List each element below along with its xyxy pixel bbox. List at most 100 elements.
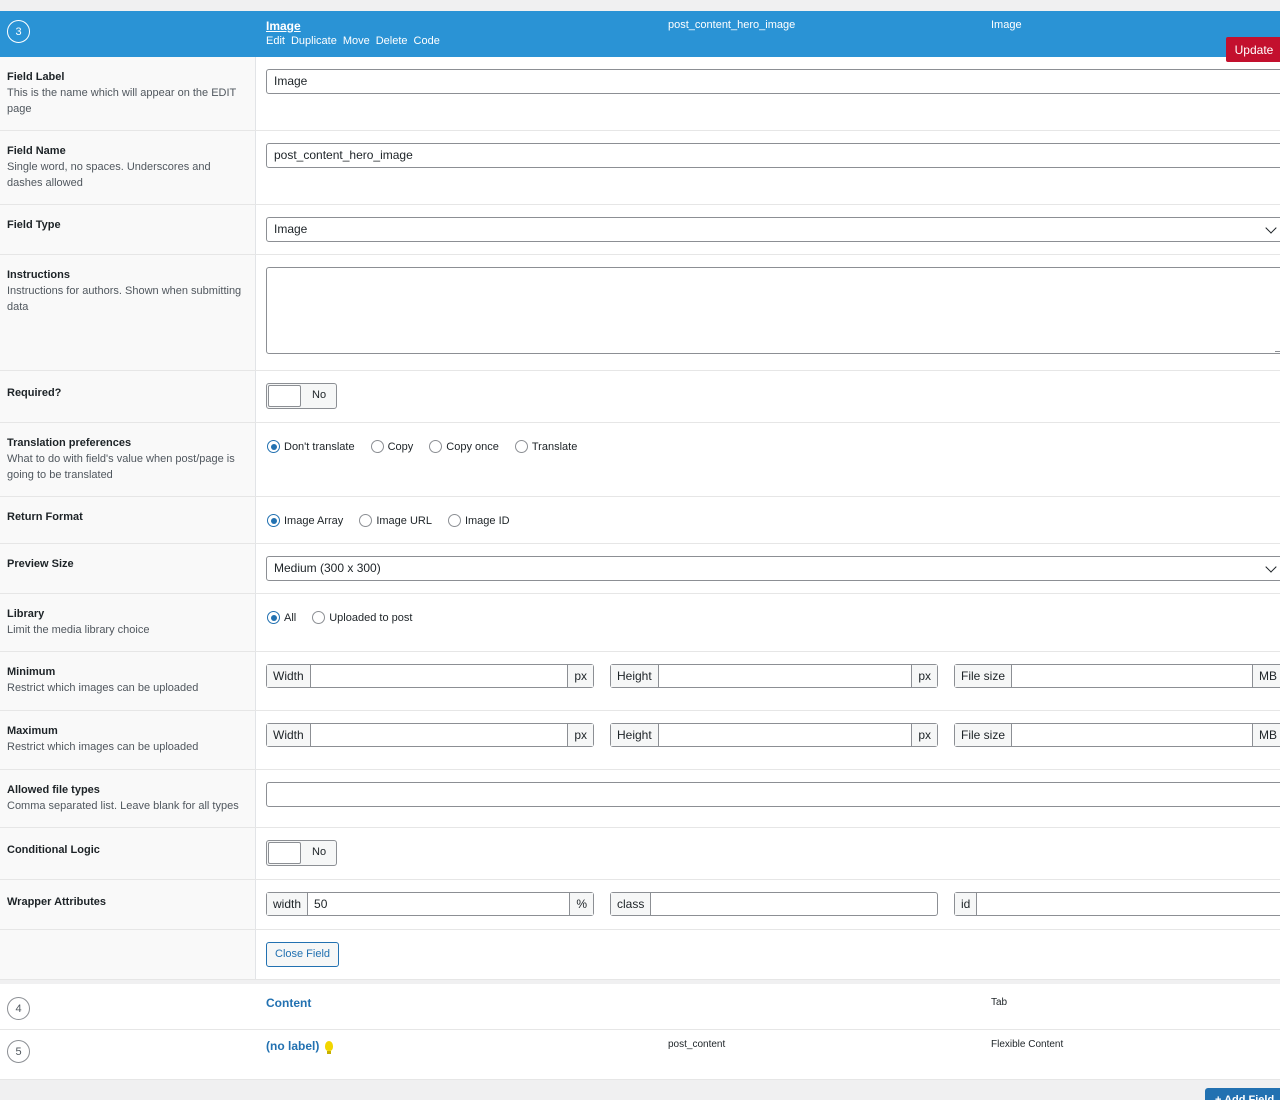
close-field-button[interactable]: Close Field xyxy=(266,942,340,967)
setting-description: This is the name which will appear on th… xyxy=(7,87,237,115)
toggle-knob xyxy=(268,385,301,407)
max-height-input[interactable]: Height px xyxy=(610,723,938,747)
setting-row-required: Required? No xyxy=(0,371,1280,423)
min-height-input[interactable]: Height px xyxy=(610,664,938,688)
setting-row-field-type: Field Type Image xyxy=(0,205,1280,255)
field-label-input[interactable]: Image xyxy=(266,69,1280,94)
radio-copy-once[interactable]: Copy once xyxy=(429,440,499,453)
setting-label: Field Name xyxy=(7,145,66,157)
setting-description: Limit the media library choice xyxy=(7,624,150,636)
setting-label: Allowed file types xyxy=(7,784,100,796)
field-row-collapsed[interactable]: 4 Content Tab xyxy=(0,984,1280,1030)
setting-row-conditional-logic: Conditional Logic No xyxy=(0,828,1280,880)
setting-label: Translation preferences xyxy=(7,437,132,449)
setting-row-close: Close Field xyxy=(0,930,1280,980)
allowed-file-types-input[interactable] xyxy=(266,782,1280,807)
max-width-input[interactable]: Width px xyxy=(266,723,594,747)
radio-dont-translate[interactable]: Don't translate xyxy=(267,440,355,453)
field-type-summary: Flexible Content xyxy=(991,1039,1064,1050)
setting-label: Minimum xyxy=(7,666,56,678)
setting-description: Restrict which images can be uploaded xyxy=(7,682,199,694)
duplicate-action[interactable]: Duplicate xyxy=(291,35,337,47)
setting-row-wrapper-attributes: Wrapper Attributes width 50% class id xyxy=(0,880,1280,930)
setting-row-instructions: Instructions Instructions for authors. S… xyxy=(0,255,1280,371)
required-toggle[interactable]: No xyxy=(266,383,337,409)
radio-all[interactable]: All xyxy=(267,611,296,624)
setting-description: What to do with field's value when post/… xyxy=(7,453,235,481)
field-type-summary: Tab xyxy=(991,997,1008,1008)
setting-row-translation: Translation preferences What to do with … xyxy=(0,423,1280,497)
field-settings-table: Field Label This is the name which will … xyxy=(0,57,1280,980)
setting-description: Single word, no spaces. Underscores and … xyxy=(7,161,211,189)
setting-label: Preview Size xyxy=(7,558,74,570)
setting-row-return-format: Return Format Image Array Image URL Imag… xyxy=(0,497,1280,544)
toggle-text: No xyxy=(312,846,327,858)
radio-selected-icon[interactable] xyxy=(267,440,280,453)
setting-row-preview-size: Preview Size Medium (300 x 300) xyxy=(0,544,1280,594)
radio-uploaded-to-post[interactable]: Uploaded to post xyxy=(312,611,412,624)
preview-size-select[interactable]: Medium (300 x 300) xyxy=(266,556,1280,581)
select-value: Medium (300 x 300) xyxy=(274,561,381,575)
library-radio-group: All Uploaded to post xyxy=(267,611,412,624)
radio-selected-icon[interactable] xyxy=(267,514,280,527)
wrapper-class-input[interactable]: class xyxy=(610,892,938,916)
return-format-radio-group: Image Array Image URL Image ID xyxy=(267,514,510,527)
setting-label: Conditional Logic xyxy=(7,844,100,856)
radio-icon[interactable] xyxy=(312,611,326,624)
radio-icon[interactable] xyxy=(359,514,373,527)
radio-selected-icon[interactable] xyxy=(267,611,280,624)
field-title-link[interactable]: Image xyxy=(266,19,301,33)
wrapper-width-input[interactable]: width 50% xyxy=(266,892,594,916)
delete-action[interactable]: Delete xyxy=(376,35,408,47)
field-row-collapsed[interactable]: 5 (no label) post_content Flexible Conte… xyxy=(0,1030,1280,1080)
radio-icon[interactable] xyxy=(370,440,384,453)
instructions-textarea[interactable] xyxy=(266,267,1280,354)
radio-image-id[interactable]: Image ID xyxy=(447,514,510,527)
update-button[interactable]: Update xyxy=(1226,37,1280,62)
setting-label: Field Type xyxy=(7,219,61,231)
toggle-text: No xyxy=(312,389,327,401)
field-name-summary: post_content_hero_image xyxy=(668,19,796,31)
edit-action[interactable]: Edit xyxy=(266,35,285,47)
setting-label: Library xyxy=(7,608,45,620)
field-order-badge: 5 xyxy=(7,1040,30,1063)
setting-label: Instructions xyxy=(7,269,70,281)
field-title-link[interactable]: Content xyxy=(266,996,311,1010)
setting-label: Wrapper Attributes xyxy=(7,896,107,908)
resize-handle-icon[interactable] xyxy=(1275,345,1280,352)
add-field-button[interactable]: + Add Field xyxy=(1205,1088,1280,1100)
translation-radio-group: Don't translate Copy Copy once Translate xyxy=(267,440,577,453)
setting-label: Field Label xyxy=(7,71,65,83)
conditional-logic-toggle[interactable]: No xyxy=(266,840,337,866)
field-header-open[interactable]: 3 Image Edit Duplicate Move Delete Code … xyxy=(0,11,1280,57)
setting-row-library: Library Limit the media library choice A… xyxy=(0,594,1280,652)
field-type-summary: Image xyxy=(991,19,1022,31)
radio-copy[interactable]: Copy xyxy=(370,440,413,453)
setting-label: Return Format xyxy=(7,511,83,523)
top-strip xyxy=(0,0,1280,11)
toggle-knob xyxy=(268,842,301,864)
field-row-actions: Edit Duplicate Move Delete Code xyxy=(266,35,440,47)
lightbulb-icon xyxy=(325,1041,334,1054)
max-filesize-input[interactable]: File size MB xyxy=(954,723,1280,747)
radio-icon[interactable] xyxy=(429,440,443,453)
radio-image-url[interactable]: Image URL xyxy=(359,514,432,527)
setting-label: Required? xyxy=(7,387,62,399)
move-action[interactable]: Move xyxy=(343,35,370,47)
field-name-input[interactable]: post_content_hero_image xyxy=(266,143,1280,168)
code-action[interactable]: Code xyxy=(414,35,440,47)
radio-icon[interactable] xyxy=(514,440,528,453)
setting-row-field-name: Field Name Single word, no spaces. Under… xyxy=(0,131,1280,205)
radio-image-array[interactable]: Image Array xyxy=(267,514,343,527)
field-order-badge: 3 xyxy=(7,20,30,43)
field-order-badge: 4 xyxy=(7,997,30,1020)
field-type-select[interactable]: Image xyxy=(266,217,1280,242)
min-width-input[interactable]: Width px xyxy=(266,664,594,688)
field-title-link[interactable]: (no label) xyxy=(266,1039,334,1054)
setting-row-maximum: Maximum Restrict which images can be upl… xyxy=(0,711,1280,770)
radio-icon[interactable] xyxy=(447,514,461,527)
setting-row-field-label: Field Label This is the name which will … xyxy=(0,57,1280,131)
wrapper-id-input[interactable]: id xyxy=(954,892,1280,916)
min-filesize-input[interactable]: File size MB xyxy=(954,664,1280,688)
radio-translate[interactable]: Translate xyxy=(514,440,577,453)
